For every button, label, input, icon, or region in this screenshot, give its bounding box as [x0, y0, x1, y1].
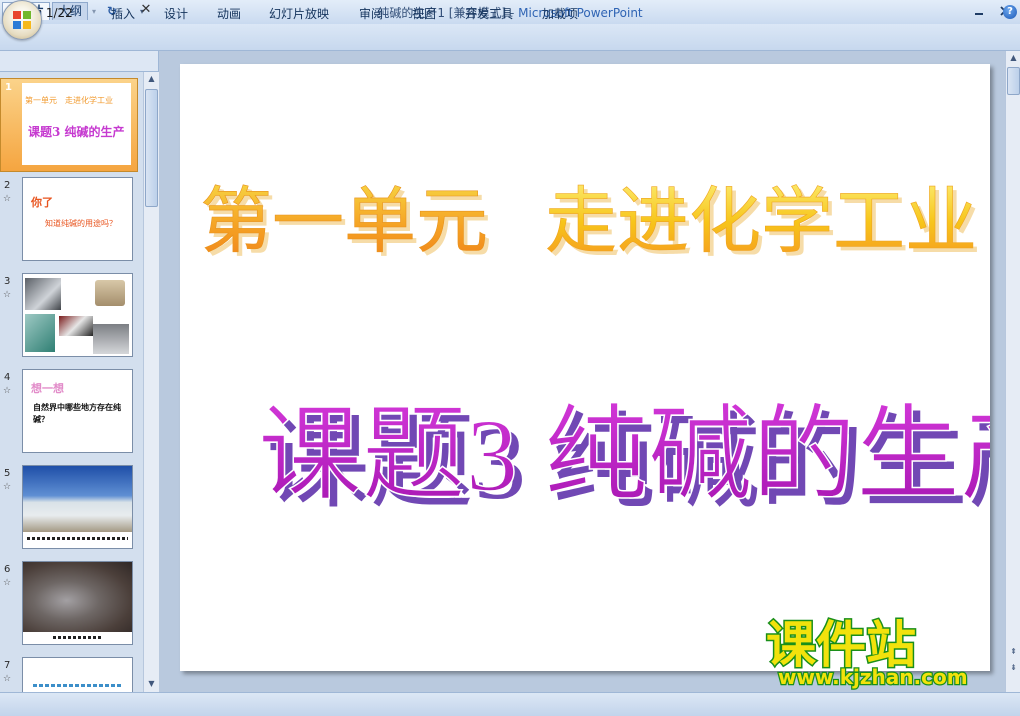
thumbnail-slide-3[interactable] — [22, 273, 133, 357]
panel-tabs — [0, 51, 158, 72]
thumb-text: 知道纯碱的用途吗？ — [45, 219, 117, 228]
thumb-photo — [93, 324, 129, 354]
thumbnail-slide-7[interactable] — [22, 657, 133, 692]
thumbnail-slide-6[interactable] — [22, 561, 133, 645]
scroll-up-icon[interactable]: ▲ — [144, 72, 159, 86]
thumb-text — [33, 684, 121, 687]
scrollbar-thumb[interactable] — [1007, 67, 1020, 95]
slide-number: 7 — [4, 660, 11, 671]
thumb-photo — [59, 316, 93, 336]
thumb-caption — [27, 537, 128, 540]
thumbnail-slide-1[interactable]: 1 第一单元 走进化学工业 课题3 纯碱的生产 — [0, 78, 138, 172]
scrollbar-thumb[interactable] — [145, 89, 158, 207]
close-panel-icon[interactable]: ✕ — [139, 3, 153, 17]
slide-title-right: 走进化学工业 — [545, 182, 977, 262]
thumb-caption — [53, 636, 103, 639]
slide-number: 3 — [4, 276, 11, 287]
thumbnail-slide-5[interactable] — [22, 465, 133, 549]
slide-number: 2 — [4, 180, 11, 191]
animation-star-icon: ☆ — [3, 482, 12, 492]
scroll-up-icon[interactable]: ▲ — [1006, 51, 1020, 65]
tab-slideshow[interactable]: 幻灯片放映 — [269, 5, 329, 22]
animation-star-icon: ☆ — [3, 578, 12, 588]
thumb-photo — [23, 562, 132, 632]
thumb-photo — [95, 280, 125, 306]
current-slide[interactable]: 第一单元 走进化学工业 第一单元 走进化学工业 课题3 纯碱的生产 课题3 纯碱… — [180, 64, 1020, 671]
tab-design[interactable]: 设计 — [164, 5, 188, 22]
tab-insert[interactable]: 插入 — [111, 5, 135, 22]
animation-star-icon: ☆ — [3, 674, 12, 684]
slide-number: 1 — [5, 82, 12, 93]
status-bar — [0, 692, 1020, 716]
animation-star-icon: ☆ — [3, 194, 12, 204]
thumb-line2: 课题3 纯碱的生产 — [28, 125, 125, 139]
help-icon[interactable]: ? — [1003, 5, 1017, 19]
office-logo-icon — [13, 11, 31, 29]
slide-content: 第一单元 走进化学工业 第一单元 走进化学工业 课题3 纯碱的生产 课题3 纯碱… — [200, 182, 1020, 521]
thumbnail-slide-4[interactable]: 想一想 自然界中哪些地方存在纯碱？ — [22, 369, 133, 453]
tab-view[interactable]: 视图 — [412, 5, 436, 22]
thumbnail-slide-2[interactable]: 你了 知道纯碱的用途吗？ — [22, 177, 133, 261]
thumbnail-preview: 第一单元 走进化学工业 课题3 纯碱的生产 — [22, 83, 131, 165]
tab-review[interactable]: 审阅 — [359, 5, 383, 22]
app-title: Microsoft PowerPoint — [518, 6, 643, 20]
tab-developer[interactable]: 开发工具 — [465, 5, 513, 22]
thumb-photo — [25, 278, 61, 310]
slide-title-left: 第一单元 — [200, 182, 488, 262]
animation-star-icon: ☆ — [3, 386, 12, 396]
slide-scrollbar[interactable]: ▲ ⇞ ⇟ — [1005, 51, 1020, 692]
thumb-heading: 想一想 — [31, 382, 64, 395]
minimize-button[interactable] — [968, 2, 990, 20]
ribbon-tab-bar — [0, 24, 1020, 51]
slide-subtitle: 课题3 纯碱的生产 — [258, 398, 990, 513]
slide-number: 5 — [4, 468, 11, 479]
watermark: 课件站 www.kjzhan.com — [765, 615, 969, 691]
animation-star-icon: ☆ — [3, 290, 12, 300]
tab-animations[interactable]: 动画 — [217, 5, 241, 22]
office-button[interactable] — [2, 0, 42, 40]
tab-addins[interactable]: 加载项 — [542, 5, 578, 22]
thumb-photo — [25, 314, 55, 352]
thumbnail-list: 1 第一单元 走进化学工业 课题3 纯碱的生产 2 ☆ 你了 知道纯碱的用途吗？… — [0, 72, 143, 692]
thumb-text: 自然界中哪些地方存在纯碱？ — [33, 403, 121, 424]
slide-number: 6 — [4, 564, 11, 575]
thumb-photo — [23, 466, 132, 532]
thumb-heading: 你了 — [31, 196, 53, 209]
slide-number: 4 — [4, 372, 11, 383]
watermark-url: www.kjzhan.com — [778, 665, 968, 689]
scroll-down-icon[interactable]: ▼ — [144, 677, 159, 691]
thumb-line1: 第一单元 走进化学工业 — [25, 96, 113, 105]
